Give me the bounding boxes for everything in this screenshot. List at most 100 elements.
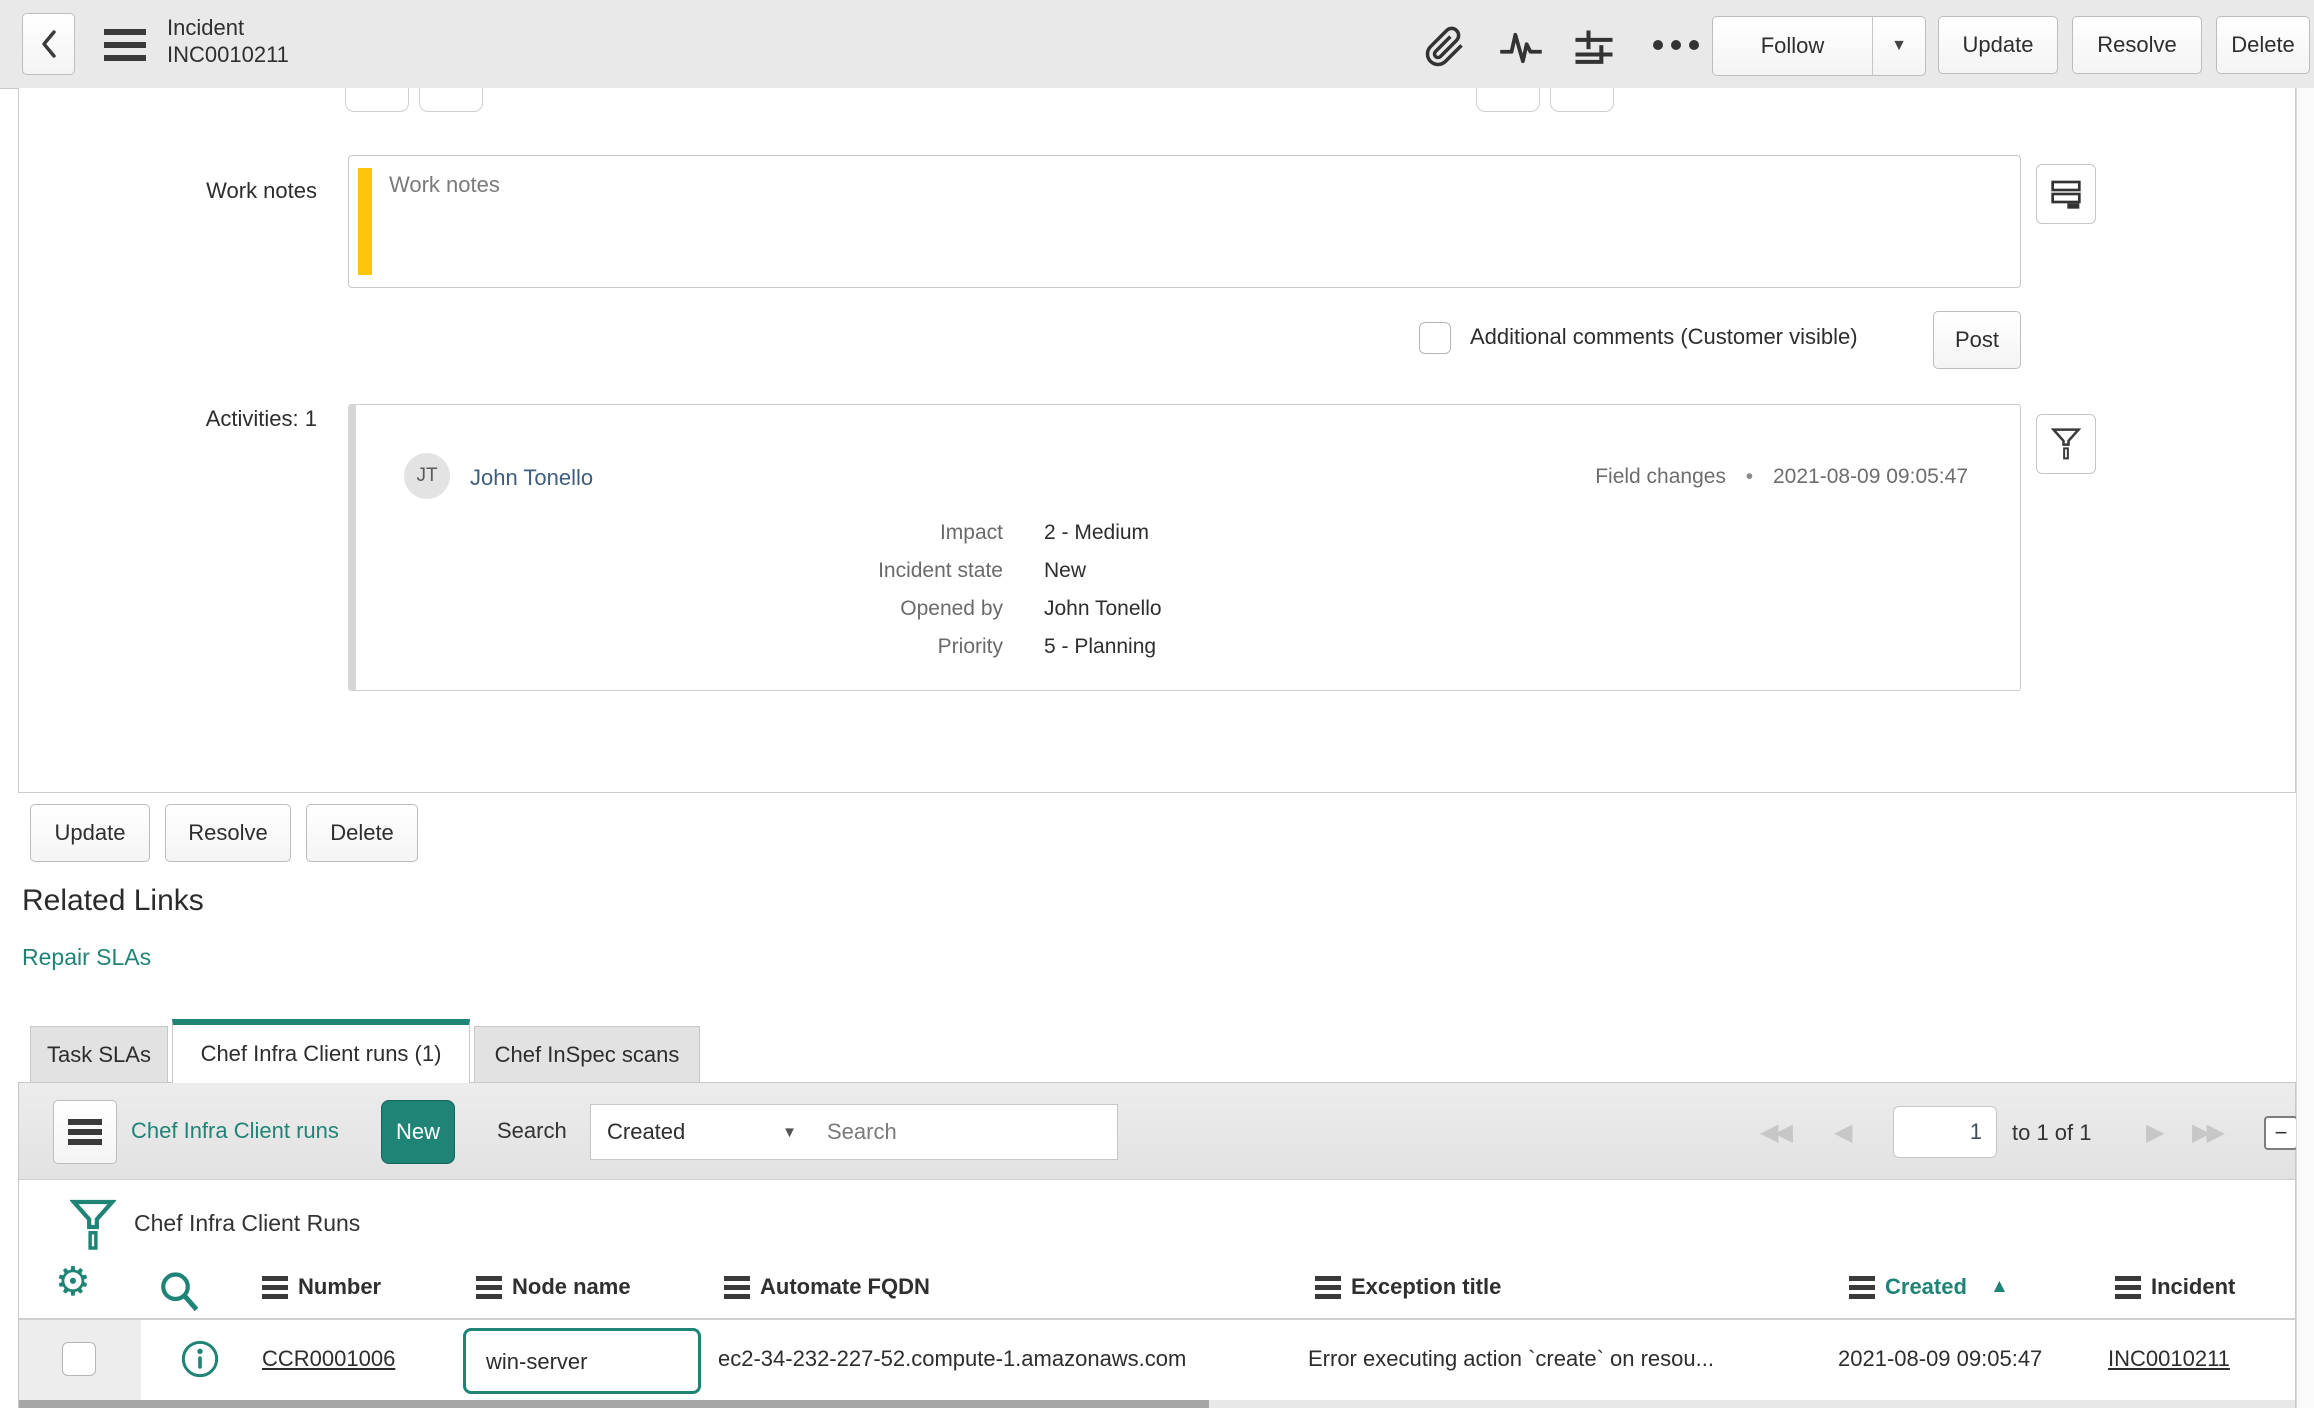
row-node-name-cell[interactable]: win-server (463, 1328, 701, 1394)
cutoff-button-1[interactable] (345, 88, 409, 112)
cutoff-button-4[interactable] (1550, 88, 1614, 112)
update-button[interactable]: Update (1938, 16, 2058, 74)
activity-type: Field changes (1595, 465, 1726, 488)
follow-button[interactable]: Follow (1713, 17, 1872, 75)
additional-comments-label: Additional comments (Customer visible) (1470, 324, 1858, 349)
first-page-icon[interactable]: ◀◀ (1760, 1118, 1793, 1147)
delete-button[interactable]: Delete (2216, 16, 2310, 74)
row-automate-fqdn: ec2-34-232-227-52.compute-1.amazonaws.co… (718, 1346, 1187, 1371)
column-header-exception-title[interactable]: Exception title (1351, 1274, 1501, 1300)
sort-ascending-icon: ▲ (1990, 1276, 2009, 1297)
field-change-value: 5 - Planning (1044, 635, 1157, 658)
search-icon[interactable] (152, 1268, 206, 1316)
work-notes-label: Work notes (206, 178, 317, 203)
activity-stream-icon[interactable] (1492, 30, 1550, 66)
field-change-row: Impact 2 - Medium (756, 521, 1149, 551)
work-notes-input[interactable] (349, 156, 2020, 287)
field-change-label: Priority (937, 635, 1003, 658)
more-options-icon[interactable] (1644, 36, 1708, 54)
list-filter-funnel-icon[interactable] (64, 1196, 122, 1256)
record-type: Incident (167, 15, 245, 40)
new-button[interactable]: New (381, 1100, 455, 1164)
activity-timestamp: 2021-08-09 09:05:47 (1773, 465, 1968, 488)
avatar: JT (404, 453, 450, 499)
work-notes-field-wrap (348, 155, 2021, 288)
column-header-node-name[interactable]: Node name (512, 1274, 631, 1300)
column-menu-icon[interactable] (1849, 1276, 1875, 1299)
row-created: 2021-08-09 09:05:47 (1838, 1346, 2043, 1371)
page-number-input[interactable] (1893, 1106, 1997, 1158)
work-notes-accent-bar (358, 168, 372, 275)
column-menu-icon[interactable] (2115, 1276, 2141, 1299)
rows-display-icon (2050, 179, 2082, 209)
toggle-activity-display-button[interactable] (2036, 164, 2096, 224)
gear-icon[interactable]: ⚙ (55, 1262, 91, 1302)
next-page-icon[interactable]: ▶ (2146, 1118, 2165, 1147)
vertical-scrollbar[interactable] (2296, 88, 2314, 1408)
back-button[interactable] (22, 13, 75, 75)
row-checkbox[interactable] (62, 1342, 96, 1376)
tab-task-slas[interactable]: Task SLAs (30, 1026, 168, 1083)
column-menu-icon[interactable] (1315, 1276, 1341, 1299)
field-change-value: 2 - Medium (1044, 521, 1150, 544)
row-node-name-value: win-server (486, 1349, 588, 1374)
activity-filter-button[interactable] (2036, 414, 2096, 474)
post-button[interactable]: Post (1933, 311, 2021, 369)
resolve-button-bottom[interactable]: Resolve (165, 804, 291, 862)
list-search-label: Search (497, 1118, 567, 1143)
delete-button-bottom[interactable]: Delete (306, 804, 418, 862)
record-title: Incident INC0010211 (167, 14, 289, 68)
field-change-row: Priority 5 - Planning (756, 635, 1156, 665)
column-menu-icon[interactable] (476, 1276, 502, 1299)
minus-icon: − (2274, 1120, 2288, 1145)
field-change-label: Incident state (878, 559, 1003, 582)
collapse-list-button[interactable]: − (2264, 1116, 2298, 1150)
follow-split-button: Follow ▼ (1712, 16, 1926, 76)
column-header-created[interactable]: Created (1885, 1274, 1967, 1300)
additional-comments-checkbox[interactable] (1419, 322, 1451, 354)
column-header-number[interactable]: Number (298, 1274, 381, 1300)
back-chevron-icon (39, 28, 59, 60)
related-links-title: Related Links (22, 884, 204, 917)
repair-slas-link[interactable]: Repair SLAs (22, 944, 151, 971)
tab-chef-inspec-scans[interactable]: Chef InSpec scans (474, 1026, 700, 1083)
column-header-incident[interactable]: Incident (2151, 1274, 2235, 1300)
hamburger-icon (68, 1119, 102, 1145)
cutoff-button-3[interactable] (1476, 88, 1540, 112)
column-menu-icon[interactable] (262, 1276, 288, 1299)
resolve-button[interactable]: Resolve (2072, 16, 2202, 74)
list-search-input[interactable] (811, 1104, 1118, 1160)
field-change-label: Opened by (900, 597, 1003, 620)
field-change-row: Opened by John Tonello (756, 597, 1162, 627)
last-page-icon[interactable]: ▶▶ (2192, 1118, 2225, 1147)
info-icon[interactable] (174, 1338, 226, 1380)
cutoff-button-2[interactable] (419, 88, 483, 112)
bullet-separator: • (1745, 465, 1754, 488)
search-field-select[interactable]: Created ▼ (590, 1104, 812, 1160)
column-header-automate-fqdn[interactable]: Automate FQDN (760, 1274, 930, 1300)
activity-card: JT John Tonello Field changes • 2021-08-… (348, 404, 2021, 691)
follow-dropdown-button[interactable]: ▼ (1872, 17, 1925, 75)
update-button-bottom[interactable]: Update (30, 804, 150, 862)
field-change-row: Incident state New (756, 559, 1086, 589)
list-breadcrumb-title: Chef Infra Client Runs (134, 1210, 361, 1236)
chevron-down-icon: ▼ (782, 1123, 797, 1141)
horizontal-scrollbar-thumb[interactable] (19, 1400, 1209, 1408)
tab-chef-infra-client-runs[interactable]: Chef Infra Client runs (1) (172, 1019, 470, 1083)
column-menu-icon[interactable] (724, 1276, 750, 1299)
attachment-icon[interactable] (1418, 24, 1472, 70)
row-number-link[interactable]: CCR0001006 (262, 1346, 395, 1372)
avatar-initials: JT (416, 465, 438, 486)
list-title-link[interactable]: Chef Infra Client runs (131, 1118, 339, 1144)
list-context-menu-button[interactable] (53, 1100, 117, 1164)
activity-author[interactable]: John Tonello (470, 465, 593, 491)
header-bar: Incident INC0010211 Follow ▼ Update Reso… (0, 0, 2314, 89)
previous-page-icon[interactable]: ◀ (1834, 1118, 1853, 1147)
funnel-icon (2051, 427, 2081, 461)
personalize-form-icon[interactable] (1566, 26, 1622, 72)
row-incident-link[interactable]: INC0010211 (2108, 1346, 2230, 1372)
record-number: INC0010211 (167, 42, 289, 67)
field-change-value: John Tonello (1044, 597, 1162, 620)
context-menu-icon[interactable] (104, 29, 146, 61)
activity-meta: Field changes • 2021-08-09 09:05:47 (1595, 465, 1968, 489)
